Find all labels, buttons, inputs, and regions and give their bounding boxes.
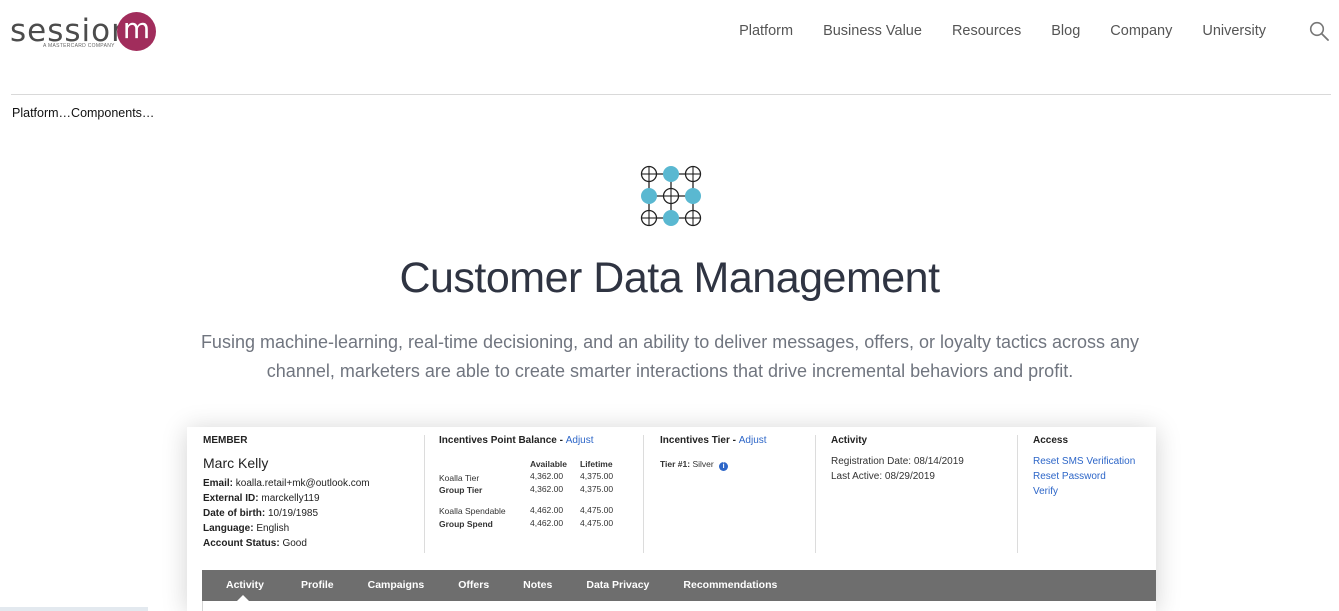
- field-value: Good: [282, 538, 307, 549]
- field-value: koalla.retail+mk@outlook.com: [235, 478, 370, 489]
- main-nav: Platform Business Value Resources Blog C…: [724, 22, 1281, 40]
- nav-business-value[interactable]: Business Value: [808, 22, 937, 40]
- access-links: Reset SMS Verification Reset Password Ve…: [1033, 454, 1153, 499]
- reset-sms-link[interactable]: Reset SMS Verification: [1033, 454, 1153, 469]
- member-details: Email: koalla.retail+mk@outlook.com Exte…: [203, 476, 423, 551]
- page-title: Customer Data Management: [399, 254, 940, 302]
- member-heading: MEMBER: [203, 435, 248, 446]
- tab-activity[interactable]: Activity: [202, 570, 284, 601]
- member-name: Marc Kelly: [203, 455, 269, 471]
- tab-recommendations[interactable]: Recommendations: [666, 570, 794, 601]
- points-table: Available Lifetime Koalla Tier 4,362.00 …: [439, 427, 639, 555]
- col-available: Available: [530, 459, 568, 469]
- access-heading: Access: [1033, 435, 1069, 446]
- field-value: 10/19/1985: [268, 508, 319, 519]
- field-label: Email:: [203, 478, 234, 489]
- member-email: Email: koalla.retail+mk@outlook.com: [203, 476, 423, 491]
- points-panel: Incentives Point Balance - Adjust Availa…: [439, 427, 639, 555]
- activity-heading: Activity: [831, 435, 868, 446]
- nav-platform[interactable]: Platform: [724, 22, 808, 40]
- row-label: Group Spend: [439, 519, 493, 529]
- row-lifetime: 4,475.00: [580, 505, 614, 515]
- member-account-status: Account Status: Good: [203, 536, 423, 551]
- row-available: 4,462.00: [530, 518, 564, 528]
- tab-offers[interactable]: Offers: [441, 570, 506, 601]
- nav-blog[interactable]: Blog: [1036, 22, 1095, 40]
- field-label: Language:: [203, 523, 254, 534]
- access-panel: Access Reset SMS Verification Reset Pass…: [1033, 427, 1153, 555]
- reset-password-link[interactable]: Reset Password: [1033, 469, 1153, 484]
- tier-heading-label: Incentives Tier -: [660, 435, 739, 446]
- row-available: 4,362.00: [530, 484, 564, 494]
- page-description: Fusing machine-learning, real-time decis…: [200, 332, 1140, 381]
- column-divider: [643, 435, 644, 553]
- member-dob: Date of birth: 10/19/1985: [203, 506, 423, 521]
- nav-company[interactable]: Company: [1095, 22, 1187, 40]
- bottom-strip: [0, 607, 148, 611]
- field-value: marckelly119: [261, 493, 320, 504]
- tab-notes[interactable]: Notes: [506, 570, 569, 601]
- tier-panel: Incentives Tier - Adjust Tier #1: Silver…: [660, 427, 810, 555]
- row-label: Group Tier: [439, 485, 483, 495]
- member-external-id: External ID: marckelly119: [203, 491, 423, 506]
- member-tabs: Activity Profile Campaigns Offers Notes …: [202, 570, 1156, 601]
- nav-resources[interactable]: Resources: [937, 22, 1036, 40]
- product-screenshot: MEMBER Marc Kelly Email: koalla.retail+m…: [187, 427, 1156, 611]
- logo-mark: m: [117, 12, 156, 51]
- tier-line: Tier #1: Silver i: [660, 459, 810, 471]
- tab-label: Activity: [226, 579, 264, 591]
- tier-heading: Incentives Tier - Adjust: [660, 435, 810, 446]
- tier-value: Silver: [692, 459, 714, 469]
- nav-university[interactable]: University: [1187, 22, 1281, 40]
- verify-link[interactable]: Verify: [1033, 484, 1153, 499]
- activity-panel: Activity Registration Date: 08/14/2019 L…: [831, 427, 1011, 555]
- registration-date: Registration Date: 08/14/2019: [831, 456, 964, 467]
- row-lifetime: 4,475.00: [580, 518, 614, 528]
- info-icon[interactable]: i: [719, 462, 729, 471]
- tier-adjust-link[interactable]: Adjust: [739, 435, 767, 446]
- field-label: Account Status:: [203, 538, 280, 549]
- row-label: Koalla Spendable: [439, 506, 506, 516]
- row-lifetime: 4,375.00: [580, 484, 614, 494]
- node-grid-icon: [639, 164, 703, 228]
- last-active: Last Active: 08/29/2019: [831, 471, 935, 482]
- field-label: Date of birth:: [203, 508, 266, 519]
- col-lifetime: Lifetime: [580, 459, 613, 469]
- top-bar: session m A MASTERCARD COMPANY Platform …: [0, 0, 1339, 62]
- column-divider: [424, 435, 425, 553]
- field-value: English: [256, 523, 290, 534]
- member-panel: MEMBER Marc Kelly Email: koalla.retail+m…: [203, 427, 423, 555]
- activity-details: Registration Date: 08/14/2019 Last Activ…: [831, 454, 1011, 484]
- sessionm-logo[interactable]: session m A MASTERCARD COMPANY: [10, 12, 158, 52]
- column-divider: [1017, 435, 1018, 553]
- tab-profile[interactable]: Profile: [284, 570, 351, 601]
- field-label: External ID:: [203, 493, 259, 504]
- row-label: Koalla Tier: [439, 473, 480, 483]
- member-language: Language: English: [203, 521, 423, 536]
- tab-campaigns[interactable]: Campaigns: [351, 570, 442, 601]
- search-icon[interactable]: [1309, 21, 1329, 41]
- header-divider: [11, 94, 1331, 95]
- tier-label: Tier #1:: [660, 459, 691, 469]
- breadcrumb[interactable]: Platform…Components…: [12, 106, 154, 120]
- row-lifetime: 4,375.00: [580, 471, 614, 481]
- row-available: 4,362.00: [530, 471, 564, 481]
- row-available: 4,462.00: [530, 505, 564, 515]
- tab-data-privacy[interactable]: Data Privacy: [569, 570, 666, 601]
- column-divider: [815, 435, 816, 553]
- logo-tagline: A MASTERCARD COMPANY: [43, 43, 115, 49]
- tab-content-area: [202, 601, 1156, 611]
